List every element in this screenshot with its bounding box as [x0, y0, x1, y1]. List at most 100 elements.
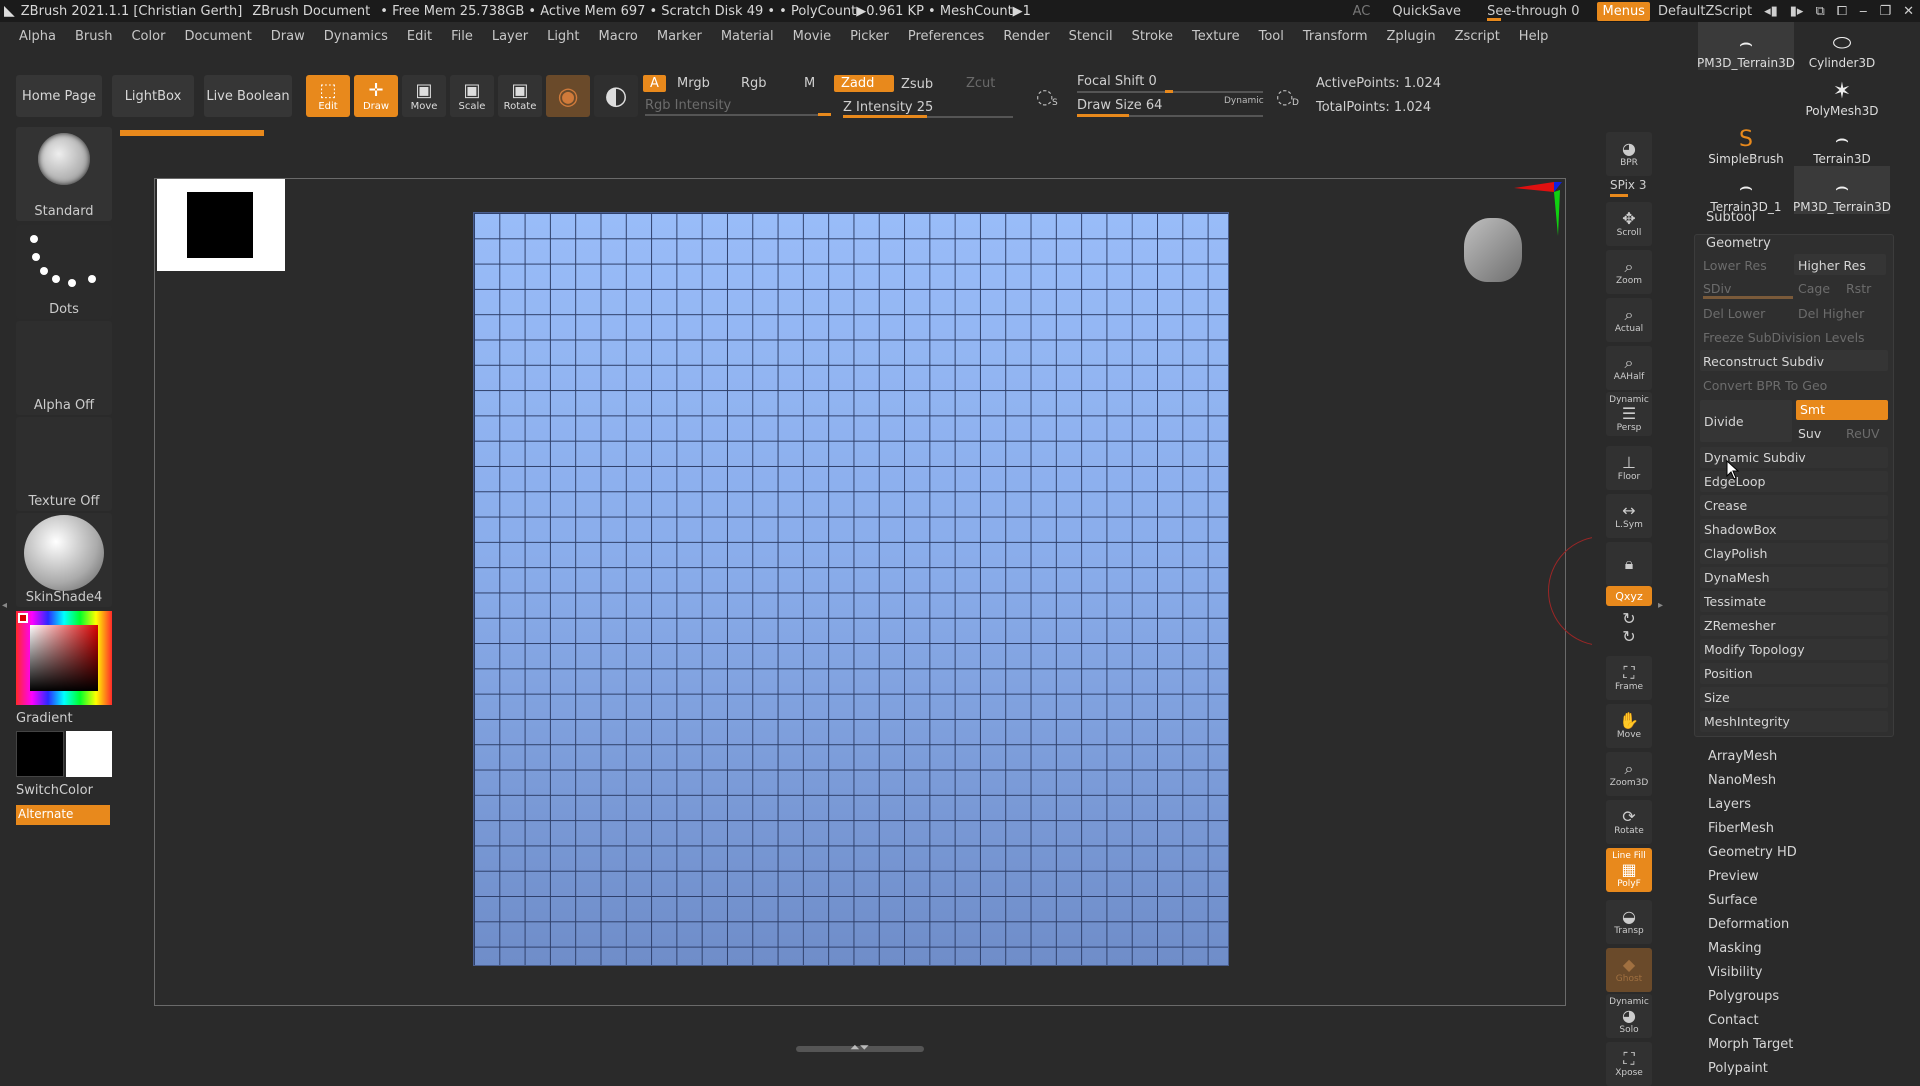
quicksave-button[interactable]: QuickSave [1392, 4, 1461, 19]
layout-icon[interactable]: ⧉ [1815, 4, 1824, 19]
rstr-button[interactable]: Rstr [1846, 281, 1871, 296]
zadd-button[interactable]: Zadd [834, 75, 894, 92]
menus-button[interactable]: Menus [1597, 1, 1650, 21]
z-intensity-slider[interactable]: Z Intensity 25 [843, 100, 933, 115]
menu-tool[interactable]: Tool [1259, 29, 1284, 44]
section-header[interactable]: Geometry HD [1708, 845, 1797, 860]
menu-preferences[interactable]: Preferences [908, 29, 984, 44]
texture-button[interactable]: Texture Off [16, 417, 112, 511]
floor-button[interactable]: ⊥ Floor [1606, 446, 1652, 490]
menu-zscript[interactable]: Zscript [1455, 29, 1500, 44]
see-through-slider[interactable]: See-through 0 [1481, 4, 1585, 21]
section-header[interactable]: Preview [1708, 869, 1759, 884]
spix-slider[interactable]: SPix 3 [1610, 178, 1646, 192]
menu-light[interactable]: Light [547, 29, 579, 44]
menu-color[interactable]: Color [131, 29, 165, 44]
tool-item[interactable]: ⌢ Terrain3D_1 [1698, 166, 1794, 215]
menu-edit[interactable]: Edit [407, 29, 432, 44]
menu-brush[interactable]: Brush [75, 29, 113, 44]
xpose-button[interactable]: ⛶ Xpose [1606, 1042, 1652, 1086]
subpanel-row[interactable]: MeshIntegrity [1700, 711, 1888, 732]
cage-button[interactable]: Cage [1798, 281, 1830, 296]
menu-file[interactable]: File [451, 29, 473, 44]
ac-label[interactable]: AC [1353, 4, 1371, 19]
tool-item[interactable]: ⌢ PM3D_Terrain3D [1793, 166, 1891, 214]
menu-material[interactable]: Material [721, 29, 774, 44]
menu-marker[interactable]: Marker [657, 29, 702, 44]
lock-button[interactable]: 🔒︎ [1606, 542, 1652, 586]
geometry-header[interactable]: Geometry [1706, 236, 1771, 251]
mrgb-button[interactable]: Mrgb [677, 76, 710, 91]
ghost-button[interactable]: ◆ Ghost [1606, 948, 1652, 992]
section-header[interactable]: NanoMesh [1708, 773, 1776, 788]
brush-sphere-button[interactable]: ◐ [594, 75, 638, 117]
alpha-button[interactable]: Alpha Off [16, 321, 112, 415]
menu-transform[interactable]: Transform [1303, 29, 1368, 44]
axis-gizmo-icon[interactable] [1510, 176, 1570, 236]
section-header[interactable]: Polygroups [1708, 989, 1779, 1004]
gradient-label[interactable]: Gradient [16, 711, 73, 726]
dots-stroke-button[interactable]: Dots [16, 225, 112, 319]
left-collapse-icon[interactable]: ◂ [2, 600, 7, 611]
divide-button[interactable]: Divide [1704, 414, 1744, 429]
rgb-button[interactable]: Rgb [741, 76, 767, 91]
section-header[interactable]: Masking [1708, 941, 1762, 956]
transp-button[interactable]: ◒ Transp [1606, 900, 1652, 944]
standard-brush-button[interactable]: Standard [16, 127, 112, 221]
subpanel-row[interactable]: DynaMesh [1700, 567, 1888, 588]
m-button[interactable]: M [804, 76, 815, 91]
reuv-button[interactable]: ReUV [1846, 426, 1880, 441]
zoom-button[interactable]: ⌕ Zoom [1606, 250, 1652, 294]
section-header[interactable]: ArrayMesh [1708, 749, 1777, 764]
zsub-button[interactable]: Zsub [901, 77, 933, 92]
rotate-button[interactable]: ▣ Rotate [498, 75, 542, 117]
material-button[interactable]: SkinShade4 [16, 513, 112, 607]
section-header[interactable]: Deformation [1708, 917, 1789, 932]
lsym-button[interactable]: ↔ L.Sym [1606, 494, 1652, 538]
move-view-button[interactable]: ✋ Move [1606, 704, 1652, 748]
menu-stencil[interactable]: Stencil [1069, 29, 1113, 44]
tool-item[interactable]: ⬭ Cylinder3D [1794, 22, 1890, 71]
menu-stroke[interactable]: Stroke [1132, 29, 1173, 44]
palette-left-icon[interactable]: ◂▮ [1764, 4, 1778, 19]
subpanel-row[interactable]: Crease [1700, 495, 1888, 516]
section-header[interactable]: Polypaint [1708, 1061, 1768, 1076]
lightbox-button[interactable]: LightBox [112, 75, 194, 117]
focal-shift-slider[interactable]: Focal Shift 0 [1077, 74, 1157, 89]
home-page-button[interactable]: Home Page [16, 75, 102, 117]
tool-item[interactable]: ✶ PolyMesh3D [1794, 70, 1890, 119]
draw-button[interactable]: ✛ Draw [354, 75, 398, 117]
section-header[interactable]: Visibility [1708, 965, 1762, 980]
view-head-icon[interactable] [1464, 218, 1522, 282]
palette-right-icon[interactable]: ▮▸ [1790, 4, 1804, 19]
subpanel-row[interactable]: ClayPolish [1700, 543, 1888, 564]
del-lower-button[interactable]: Del Lower [1703, 306, 1765, 321]
expand-arrow-icon[interactable]: ⏶⏷ [850, 1040, 869, 1055]
tool-item[interactable]: ⌢ PM3D_Terrain3D [1697, 22, 1795, 70]
menu-movie[interactable]: Movie [793, 29, 831, 44]
primary-color-swatch[interactable] [66, 731, 112, 777]
section-header[interactable]: Layers [1708, 797, 1751, 812]
frame-button[interactable]: ⛶ Frame [1606, 656, 1652, 700]
switchcolor-label[interactable]: SwitchColor [16, 783, 93, 798]
menu-macro[interactable]: Macro [599, 29, 638, 44]
window-icon[interactable]: ⧠ [1837, 4, 1847, 19]
scroll-button[interactable]: ✥ Scroll [1606, 202, 1652, 246]
color-picker[interactable] [16, 611, 112, 705]
rotate-axis-buttons[interactable]: ↻ ↻ [1606, 608, 1652, 648]
bpr-button[interactable]: ◕ BPR [1606, 132, 1652, 176]
persp-button[interactable]: Dynamic ☰ Persp [1606, 392, 1652, 436]
suv-toggle[interactable]: Suv [1798, 426, 1821, 441]
menu-render[interactable]: Render [1003, 29, 1049, 44]
section-header[interactable]: Morph Target [1708, 1037, 1793, 1052]
dynamic-toggle[interactable]: Dynamic [1224, 96, 1264, 106]
tool-item[interactable]: ⌢ Terrain3D [1794, 118, 1890, 167]
subtool-header[interactable]: Subtool [1706, 210, 1755, 225]
menu-draw[interactable]: Draw [271, 29, 305, 44]
menu-help[interactable]: Help [1519, 29, 1549, 44]
secondary-color-swatch[interactable] [16, 731, 64, 777]
sdiv-slider[interactable]: SDiv [1703, 281, 1731, 296]
move-button[interactable]: ▣ Move [402, 75, 446, 117]
subpanel-row[interactable]: ZRemesher [1700, 615, 1888, 636]
lower-res-button[interactable]: Lower Res [1703, 258, 1767, 273]
